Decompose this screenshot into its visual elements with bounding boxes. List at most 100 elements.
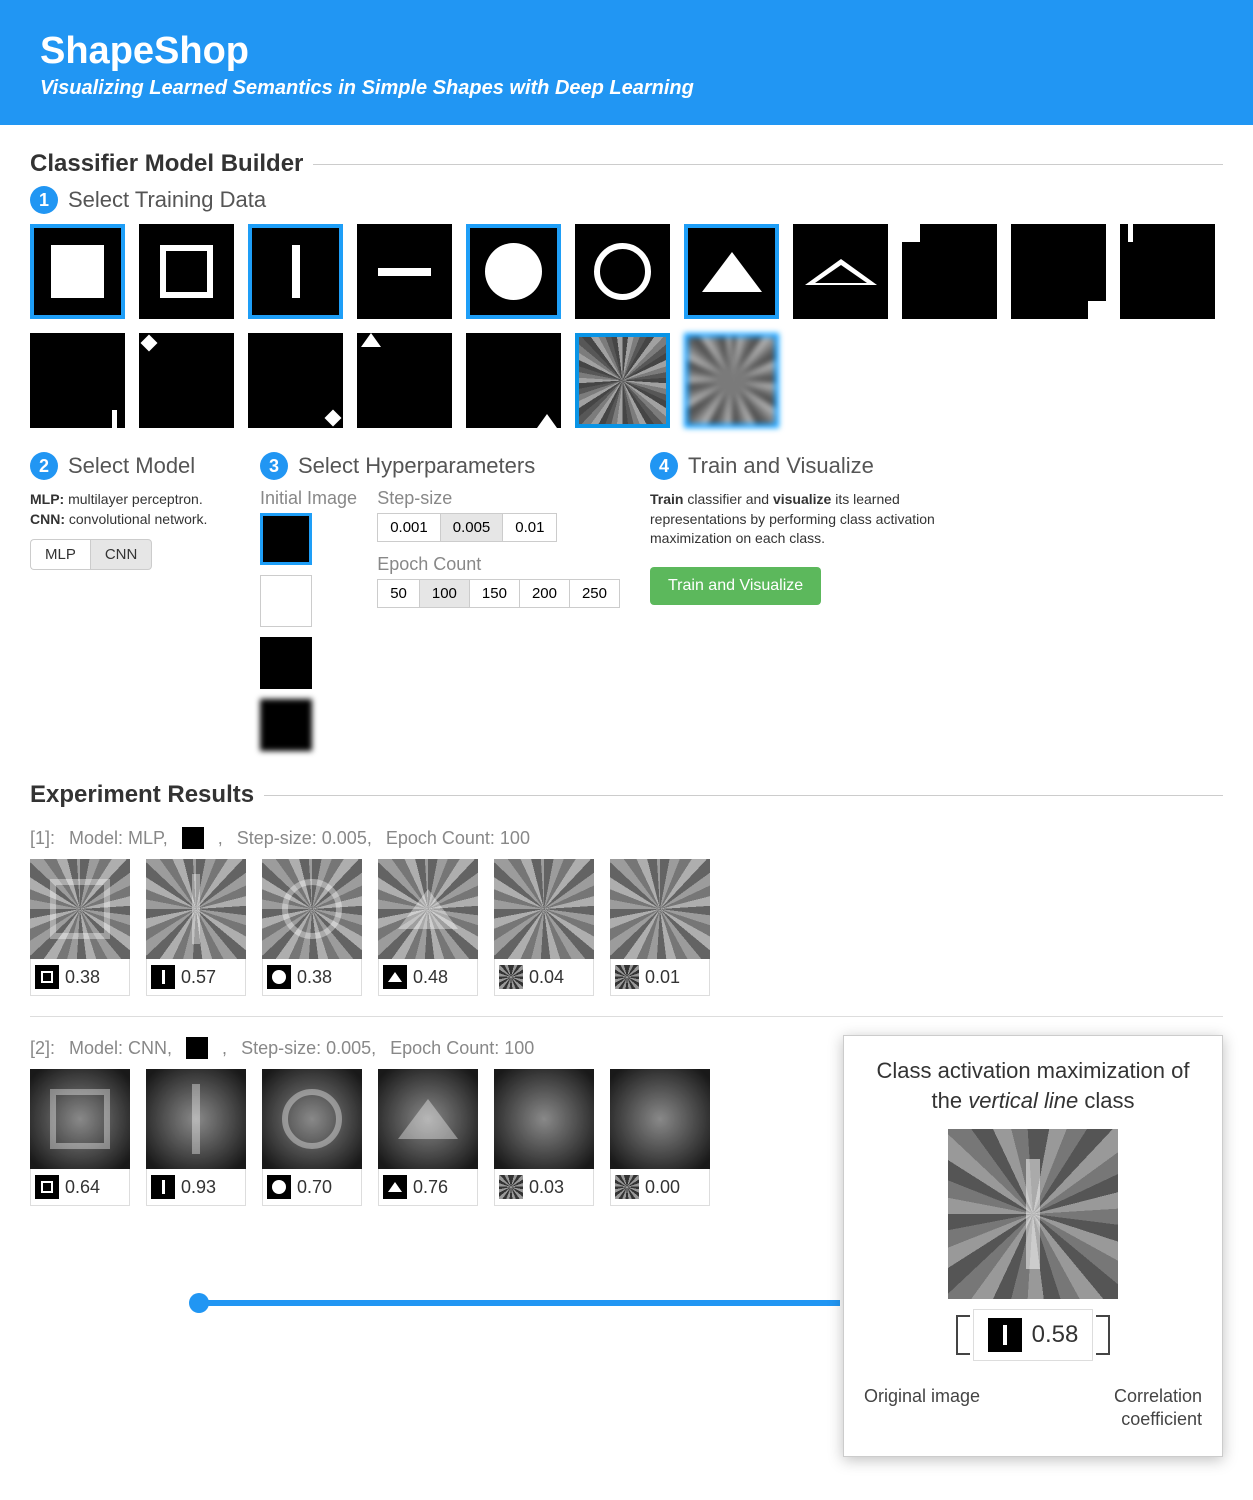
experiment-1-results: 0.38 0.57 0.38 0.48 0.04 0.01: [30, 859, 1223, 996]
shape-tile-triangle-br[interactable]: [466, 333, 561, 428]
circle-filled-icon: [267, 965, 291, 989]
model-description: MLP: multilayer perceptron. CNN: convolu…: [30, 490, 230, 529]
result-label: 0.04: [494, 959, 594, 996]
results-title: Experiment Results: [30, 781, 1223, 809]
step-size-label: Step-size: [377, 488, 620, 509]
shape-tile-triangle-filled[interactable]: [684, 224, 779, 319]
shape-tile-noise-fine[interactable]: [575, 333, 670, 428]
shape-tile-triangle-tl[interactable]: [357, 333, 452, 428]
activation-image: [262, 1069, 362, 1169]
triangle-filled-icon: [383, 965, 407, 989]
correlation-coefficient: 0.70: [297, 1177, 332, 1198]
epoch-option-150[interactable]: 150: [469, 579, 520, 608]
step-size-option-0_01[interactable]: 0.01: [502, 513, 557, 542]
shape-tile-circle-br[interactable]: [248, 333, 343, 428]
triangle-filled-icon: [383, 1175, 407, 1199]
shape-tile-line-br[interactable]: [30, 333, 125, 428]
result-label: 0.64: [30, 1169, 130, 1206]
step-1-badge: 1: [30, 186, 58, 214]
result-item: 0.70: [262, 1069, 362, 1206]
result-label: 0.00: [610, 1169, 710, 1206]
initial-image-noise-fine[interactable]: [260, 637, 312, 689]
result-item: 0.76: [378, 1069, 478, 1206]
result-label: 0.70: [262, 1169, 362, 1206]
train-and-visualize-button[interactable]: Train and Visualize: [650, 567, 821, 605]
shape-tile-vertical-line[interactable]: [248, 224, 343, 319]
training-shape-grid: [30, 224, 1223, 428]
correlation-coefficient: 0.04: [529, 967, 564, 988]
initial-image-white[interactable]: [260, 575, 312, 627]
noise-fine-icon: [499, 1175, 523, 1199]
shape-tile-circle-filled[interactable]: [466, 224, 561, 319]
model-toggle-group: MLPCNN: [30, 539, 230, 570]
result-item: 0.38: [262, 859, 362, 996]
step-1-label: Select Training Data: [68, 187, 266, 213]
square-outline-icon: [35, 1175, 59, 1199]
model-option-cnn[interactable]: CNN: [90, 539, 153, 570]
activation-image: [494, 859, 594, 959]
model-option-mlp[interactable]: MLP: [30, 539, 90, 570]
square-outline-icon: [35, 965, 59, 989]
step-size-option-0_005[interactable]: 0.005: [440, 513, 504, 542]
result-item: 0.01: [610, 859, 710, 996]
correlation-coefficient: 0.01: [645, 967, 680, 988]
initial-image-noise-coarse[interactable]: [260, 699, 312, 751]
result-item: 0.04: [494, 859, 594, 996]
epoch-option-200[interactable]: 200: [519, 579, 570, 608]
initial-image-black[interactable]: [260, 513, 312, 565]
callout-result-label: 0.58: [973, 1309, 1094, 1361]
shape-tile-noise-coarse[interactable]: [684, 333, 779, 428]
correlation-coefficient: 0.76: [413, 1177, 448, 1198]
result-item: 0.03: [494, 1069, 594, 1206]
activation-image: [30, 1069, 130, 1169]
result-item: 0.57: [146, 859, 246, 996]
epoch-option-100[interactable]: 100: [419, 579, 470, 608]
initial-image-tiles: [260, 513, 357, 751]
shape-tile-triangle-outline[interactable]: [793, 224, 888, 319]
callout-coefficient: 0.58: [1032, 1321, 1079, 1349]
result-label: 0.93: [146, 1169, 246, 1206]
step-size-segment: 0.0010.0050.01: [377, 513, 620, 542]
activation-image: [610, 1069, 710, 1169]
correlation-coefficient: 0.48: [413, 967, 448, 988]
shape-tile-horizontal-line[interactable]: [357, 224, 452, 319]
correlation-coefficient: 0.93: [181, 1177, 216, 1198]
initial-image-label: Initial Image: [260, 488, 357, 509]
experiment-1-header: [1]:Model: MLP,,Step-size: 0.005,Epoch C…: [30, 827, 1223, 849]
result-label: 0.38: [262, 959, 362, 996]
correlation-coefficient: 0.57: [181, 967, 216, 988]
epoch-count-label: Epoch Count: [377, 554, 620, 575]
correlation-coefficient: 0.38: [297, 967, 332, 988]
shape-tile-square-outline[interactable]: [139, 224, 234, 319]
app-title: ShapeShop: [40, 30, 1213, 73]
shape-tile-line-tl[interactable]: [1120, 224, 1215, 319]
step-2-header: 2 Select Model: [30, 452, 230, 480]
shape-tile-square-br[interactable]: [1011, 224, 1106, 319]
vertical-line-icon: [988, 1318, 1022, 1352]
epoch-count-segment: 50100150200250: [377, 579, 620, 608]
step-size-option-0_001[interactable]: 0.001: [377, 513, 441, 542]
vertical-line-icon: [151, 1175, 175, 1199]
shape-tile-circle-tl[interactable]: [139, 333, 234, 428]
activation-image: [146, 859, 246, 959]
result-label: 0.38: [30, 959, 130, 996]
callout-title: Class activation maximization of the ver…: [864, 1056, 1202, 1115]
circle-filled-icon: [267, 1175, 291, 1199]
correlation-coefficient: 0.03: [529, 1177, 564, 1198]
shape-tile-circle-outline[interactable]: [575, 224, 670, 319]
noise-fine-icon: [499, 965, 523, 989]
noise-coarse-icon: [615, 965, 639, 989]
activation-image: [378, 1069, 478, 1169]
shape-tile-square-filled[interactable]: [30, 224, 125, 319]
epoch-option-50[interactable]: 50: [377, 579, 420, 608]
epoch-option-250[interactable]: 250: [569, 579, 620, 608]
divider: [30, 1016, 1223, 1017]
initial-image-thumb: [186, 1037, 208, 1059]
result-label: 0.76: [378, 1169, 478, 1206]
activation-image: [262, 859, 362, 959]
result-item: 0.00: [610, 1069, 710, 1206]
result-item: 0.93: [146, 1069, 246, 1206]
app-header: ShapeShop Visualizing Learned Semantics …: [0, 0, 1253, 125]
step-4-header: 4 Train and Visualize: [650, 452, 1223, 480]
shape-tile-square-tl[interactable]: [902, 224, 997, 319]
